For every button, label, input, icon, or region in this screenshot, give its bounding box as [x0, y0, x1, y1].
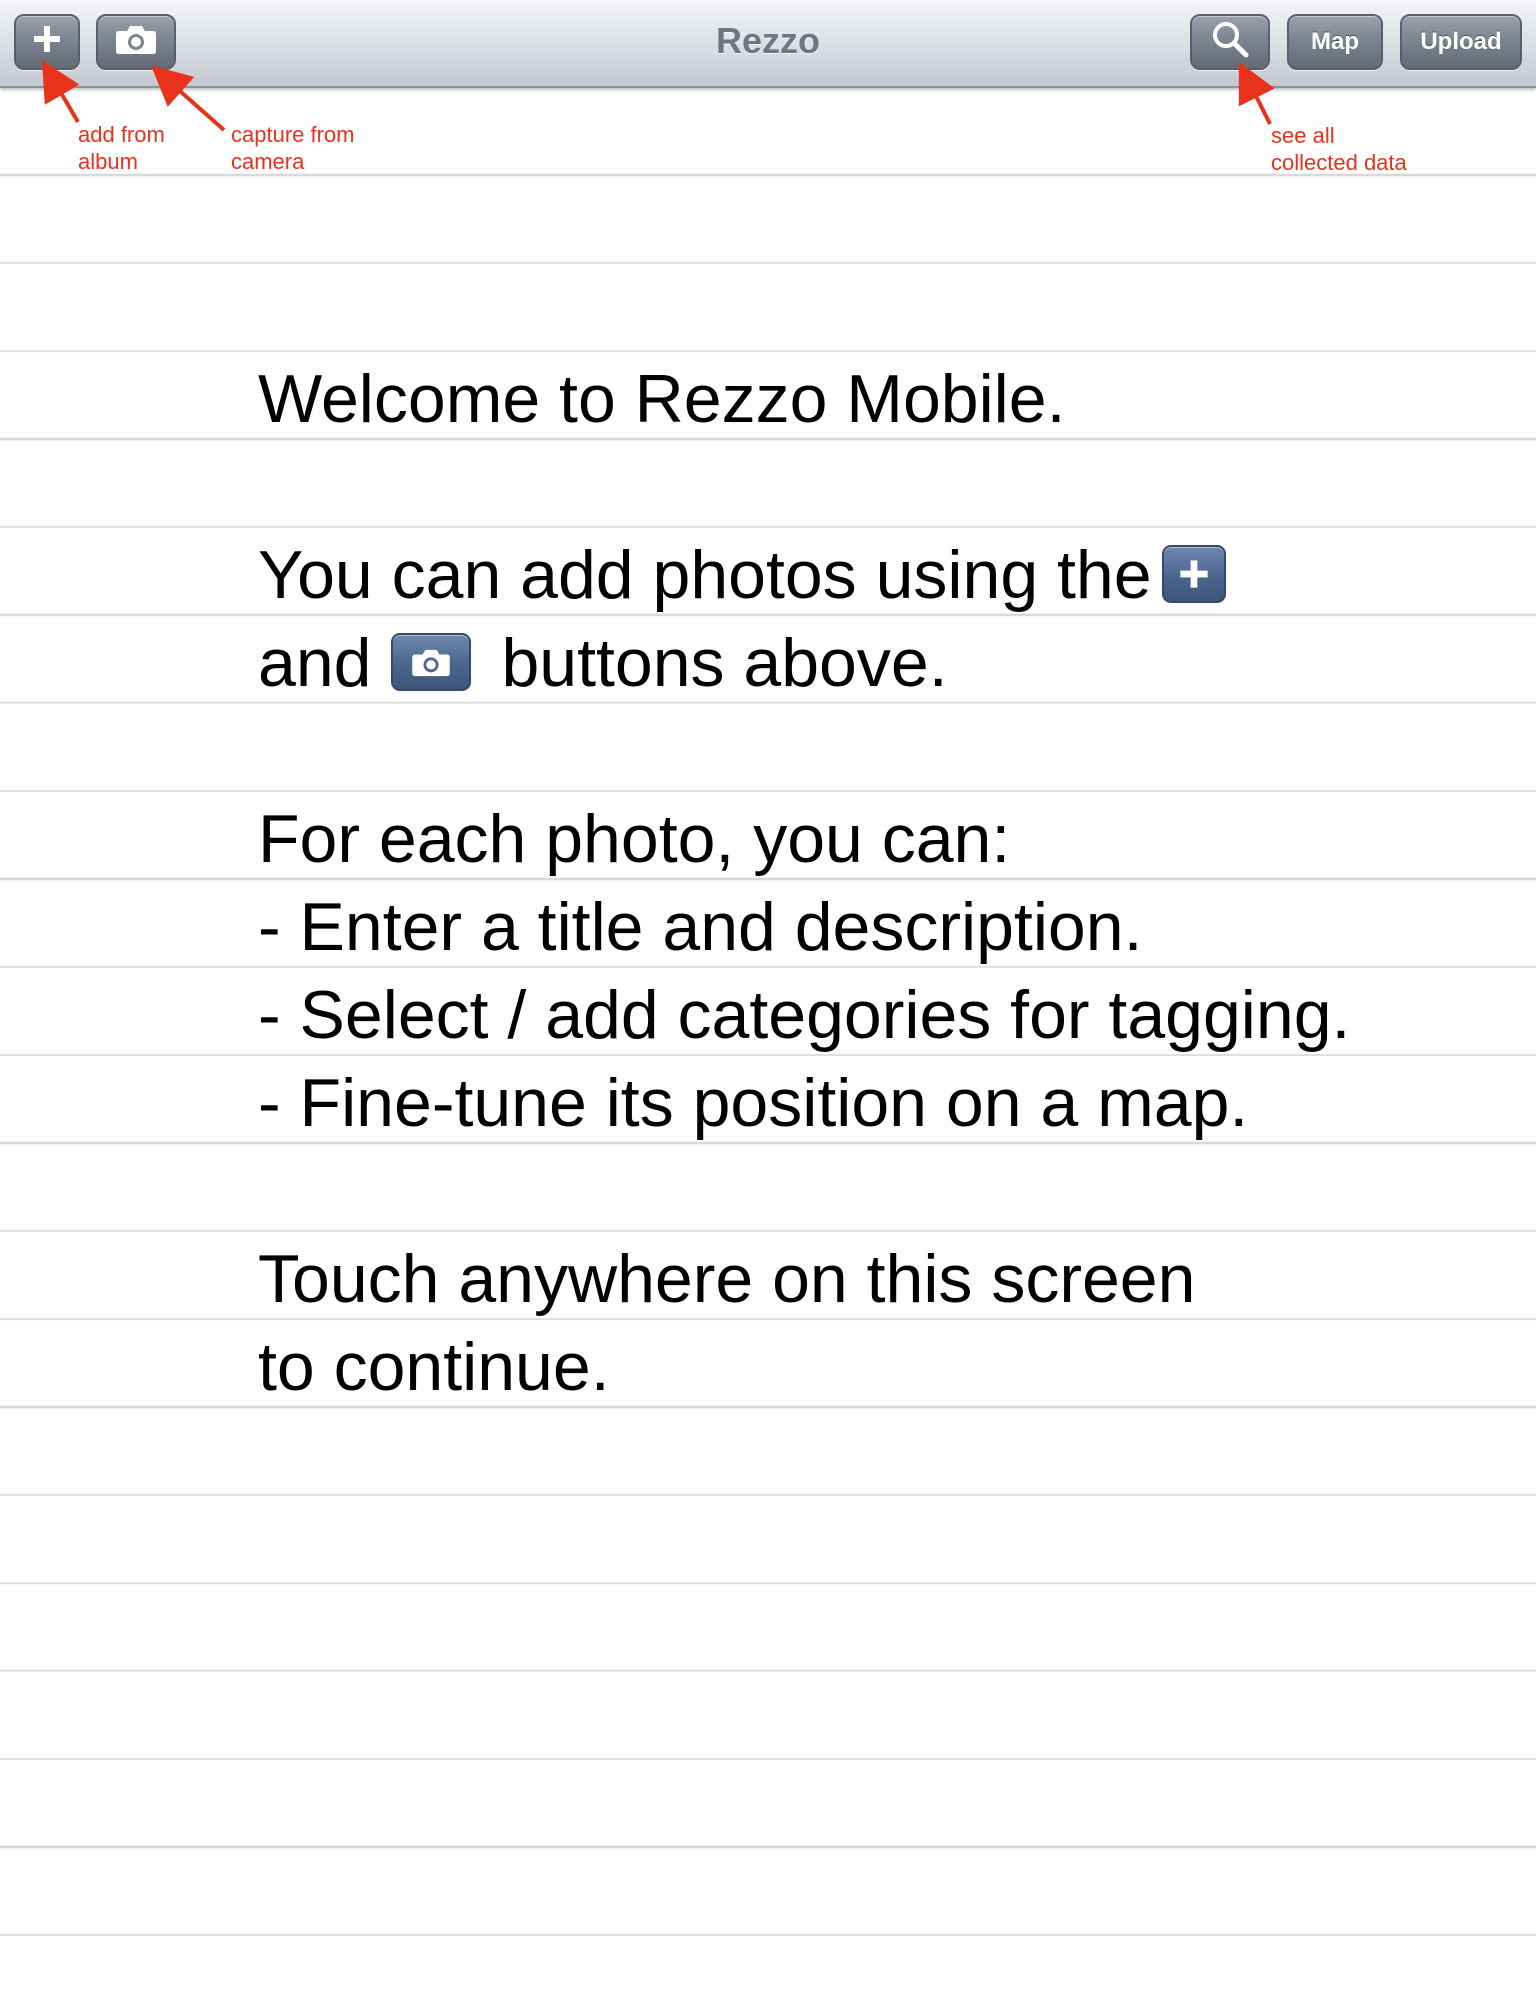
for-each-photo-heading: For each photo, you can: — [258, 801, 1011, 877]
welcome-instructions: Welcome to Rezzo Mobile. You can add pho… — [258, 355, 1508, 1411]
annotation-line: see all — [1271, 123, 1335, 148]
annotation-line: collected data — [1271, 150, 1407, 175]
top-toolbar: Rezzo Map Upload — [0, 0, 1536, 88]
map-button[interactable]: Map — [1287, 14, 1383, 70]
add-photos-text-1: You can add photos using the — [258, 537, 1152, 613]
annotation-line: add from — [78, 122, 165, 147]
annotation-capture-from-camera: capture from camera — [231, 121, 421, 175]
magnifier-icon — [1210, 19, 1250, 66]
bullet-item: - Select / add categories for tagging. — [258, 977, 1351, 1053]
add-photos-text-2b: buttons above. — [501, 625, 948, 701]
welcome-heading: Welcome to Rezzo Mobile. — [258, 361, 1066, 437]
annotation-line: camera — [231, 149, 305, 174]
add-photos-line-2: and buttons above. — [258, 619, 1508, 707]
add-photos-line-1: You can add photos using the — [258, 531, 1508, 619]
inline-camera-icon — [391, 633, 472, 692]
inline-plus-icon — [1161, 545, 1226, 604]
add-photos-text-2a: and — [258, 625, 372, 701]
annotation-line: capture from — [231, 122, 355, 147]
annotation-see-all-collected-data: see all collected data — [1271, 122, 1491, 176]
touch-to-continue-line-2: to continue. — [258, 1329, 610, 1405]
annotation-line: album — [78, 149, 138, 174]
bullet-item: - Enter a title and description. — [258, 889, 1143, 965]
touch-to-continue-line-1: Touch anywhere on this screen — [258, 1241, 1196, 1317]
welcome-screen[interactable]: Rezzo Map Upload add from album capture … — [0, 0, 1536, 2008]
annotation-add-from-album: add from album — [78, 121, 218, 175]
see-all-data-button[interactable] — [1190, 14, 1270, 70]
bullet-item: - Fine-tune its position on a map. — [258, 1065, 1249, 1141]
upload-button[interactable]: Upload — [1400, 14, 1522, 70]
